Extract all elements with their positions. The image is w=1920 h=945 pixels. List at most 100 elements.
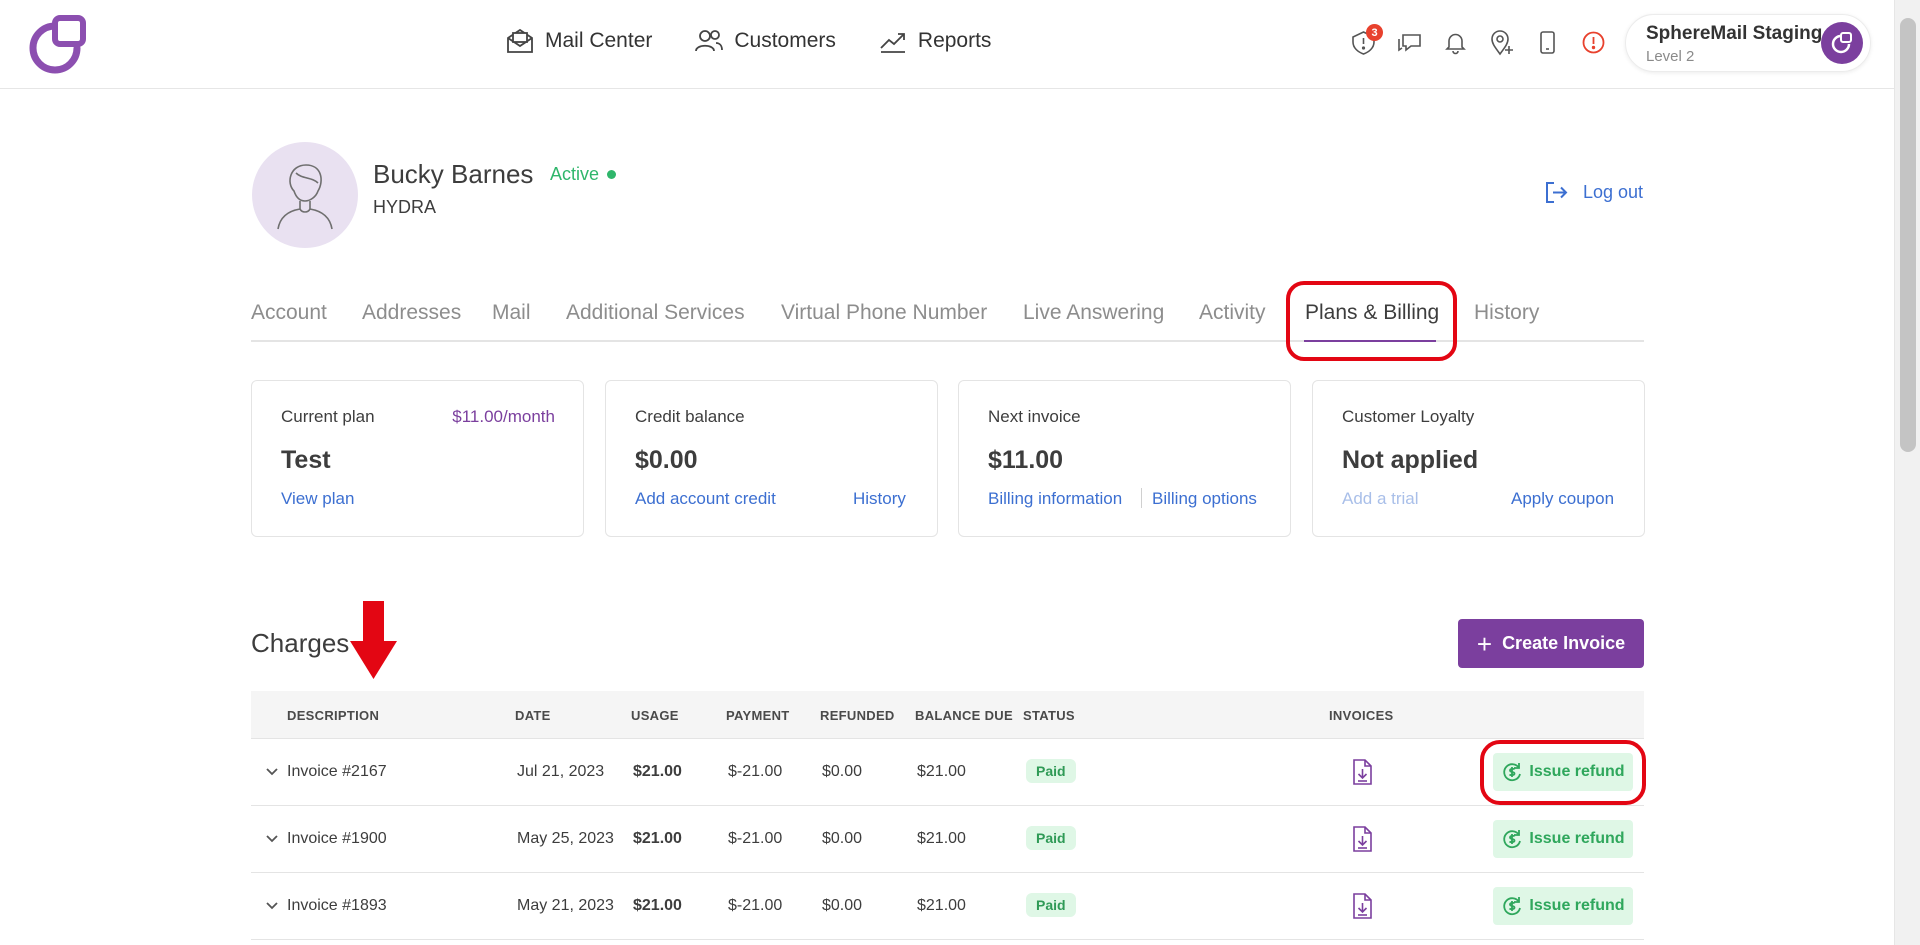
tab-activity[interactable]: Activity xyxy=(1199,301,1266,325)
col-invoices[interactable]: INVOICES xyxy=(1329,708,1394,723)
nav-mail-center[interactable]: Mail Center xyxy=(505,26,652,56)
account-switcher[interactable]: SphereMail Staging Level 2 xyxy=(1625,14,1871,72)
phone-icon xyxy=(1540,30,1555,54)
top-bar: Mail Center Customers Reports 3 SphereMa… xyxy=(0,0,1894,89)
plan-price: $11.00/month xyxy=(452,407,555,426)
refund-icon xyxy=(1503,830,1522,849)
invoice-description[interactable]: Invoice #1893 xyxy=(287,897,387,915)
card-label: Customer Loyalty xyxy=(1342,407,1475,426)
notifications-button[interactable] xyxy=(1442,26,1469,58)
main-nav: Mail Center Customers Reports xyxy=(505,26,991,56)
location-plus-icon xyxy=(1491,29,1513,55)
annotation-highlight-refund xyxy=(1480,740,1646,805)
account-avatar xyxy=(1821,22,1863,64)
tab-live-answering[interactable]: Live Answering xyxy=(1023,301,1164,325)
invoice-balance: $21.00 xyxy=(917,830,966,847)
customer-company: HYDRA xyxy=(373,197,437,217)
tab-additional-services[interactable]: Additional Services xyxy=(566,301,745,325)
invoice-description[interactable]: Invoice #2167 xyxy=(287,763,387,781)
scrollbar-thumb[interactable] xyxy=(1900,18,1916,452)
table-row: Invoice #1900 May 25, 2023 $21.00 $-21.0… xyxy=(251,806,1644,873)
tab-account[interactable]: Account xyxy=(251,301,327,325)
chat-icon xyxy=(1398,33,1421,52)
spheremail-logo-icon[interactable] xyxy=(25,14,89,74)
create-invoice-button[interactable]: + Create Invoice xyxy=(1458,619,1644,668)
status-dot xyxy=(607,170,617,179)
billing-information-link[interactable]: Billing information xyxy=(988,489,1122,509)
customer-name: Bucky Barnes xyxy=(373,159,534,189)
add-trial-link[interactable]: Add a trial xyxy=(1342,489,1419,509)
alert-circle-icon xyxy=(1582,31,1605,53)
chevron-down-icon[interactable] xyxy=(263,830,281,848)
download-pdf-icon[interactable] xyxy=(1349,758,1375,786)
mail-icon xyxy=(507,28,533,53)
chevron-down-icon[interactable] xyxy=(263,897,281,915)
view-plan-link[interactable]: View plan xyxy=(281,489,354,509)
plan-name: Test xyxy=(281,446,331,474)
spheremail-logo-icon xyxy=(1831,32,1852,54)
credit-history-link[interactable]: History xyxy=(853,489,906,509)
tab-history[interactable]: History xyxy=(1474,301,1539,325)
next-invoice-value: $11.00 xyxy=(988,446,1064,474)
tab-virtual-phone-number[interactable]: Virtual Phone Number xyxy=(781,301,987,325)
refund-icon xyxy=(1503,897,1522,916)
invoice-balance: $21.00 xyxy=(917,897,966,914)
nav-label: Customers xyxy=(734,29,836,52)
header-icons: 3 xyxy=(1350,24,1607,58)
status-badge: Paid xyxy=(1026,826,1076,850)
apply-coupon-link[interactable]: Apply coupon xyxy=(1511,489,1614,509)
col-date[interactable]: DATE xyxy=(515,708,551,723)
bell-icon xyxy=(1445,33,1466,54)
system-alert-button[interactable] xyxy=(1580,26,1607,58)
table-row: Invoice #2167 Jul 21, 2023 $21.00 $-21.0… xyxy=(251,739,1644,806)
chart-line-icon xyxy=(880,33,905,53)
nav-customers[interactable]: Customers xyxy=(694,26,836,56)
annotation-highlight-tab xyxy=(1286,281,1457,361)
chevron-down-icon[interactable] xyxy=(263,763,281,781)
customer-avatar xyxy=(252,142,358,248)
notification-badge: 3 xyxy=(1366,24,1383,41)
col-status[interactable]: STATUS xyxy=(1023,708,1075,723)
charges-heading: Charges xyxy=(251,628,350,658)
current-plan-card: Current plan $11.00/month Test View plan xyxy=(251,380,584,537)
add-account-credit-link[interactable]: Add account credit xyxy=(635,489,776,509)
customer-loyalty-card: Customer Loyalty Not applied Add a trial… xyxy=(1312,380,1645,537)
status-badge: Paid xyxy=(1026,759,1076,783)
download-pdf-icon[interactable] xyxy=(1349,892,1375,920)
col-payment[interactable]: PAYMENT xyxy=(726,708,790,723)
invoice-payment: $-21.00 xyxy=(728,897,783,914)
nav-reports[interactable]: Reports xyxy=(878,26,991,56)
next-invoice-card: Next invoice $11.00 Billing information … xyxy=(958,380,1291,537)
link-divider xyxy=(1141,488,1142,508)
tab-addresses[interactable]: Addresses xyxy=(362,301,461,325)
account-name: SphereMail Staging xyxy=(1646,23,1823,44)
col-refunded[interactable]: REFUNDED xyxy=(820,708,895,723)
page-scrollbar[interactable] xyxy=(1894,0,1920,945)
invoice-payment: $-21.00 xyxy=(728,830,783,847)
tab-mail[interactable]: Mail xyxy=(492,301,531,325)
invoice-description[interactable]: Invoice #1900 xyxy=(287,830,387,848)
invoice-payment: $-21.00 xyxy=(728,763,783,780)
add-location-button[interactable] xyxy=(1488,26,1515,58)
invoice-date: May 25, 2023 xyxy=(517,830,614,847)
col-balance-due[interactable]: BALANCE DUE xyxy=(915,708,1013,723)
billing-options-link[interactable]: Billing options xyxy=(1152,489,1257,509)
customer-status: Active xyxy=(550,164,617,185)
invoice-date: Jul 21, 2023 xyxy=(517,763,605,780)
mobile-button[interactable] xyxy=(1534,26,1561,58)
logout-label: Log out xyxy=(1583,182,1644,202)
card-label: Current plan xyxy=(281,407,375,426)
invoice-refunded: $0.00 xyxy=(822,897,863,914)
invoice-refunded: $0.00 xyxy=(822,763,863,780)
issue-refund-button[interactable]: Issue refund xyxy=(1493,820,1633,858)
issue-refund-button[interactable]: Issue refund xyxy=(1493,887,1633,925)
messages-button[interactable] xyxy=(1396,26,1423,58)
annotation-arrow-icon xyxy=(350,601,397,679)
alerts-button[interactable]: 3 xyxy=(1350,24,1383,58)
credit-balance-value: $0.00 xyxy=(635,446,698,474)
account-level: Level 2 xyxy=(1646,48,1695,65)
download-pdf-icon[interactable] xyxy=(1349,825,1375,853)
logout-button[interactable]: Log out xyxy=(1544,180,1643,205)
col-description[interactable]: DESCRIPTION xyxy=(287,708,379,723)
col-usage[interactable]: USAGE xyxy=(631,708,679,723)
